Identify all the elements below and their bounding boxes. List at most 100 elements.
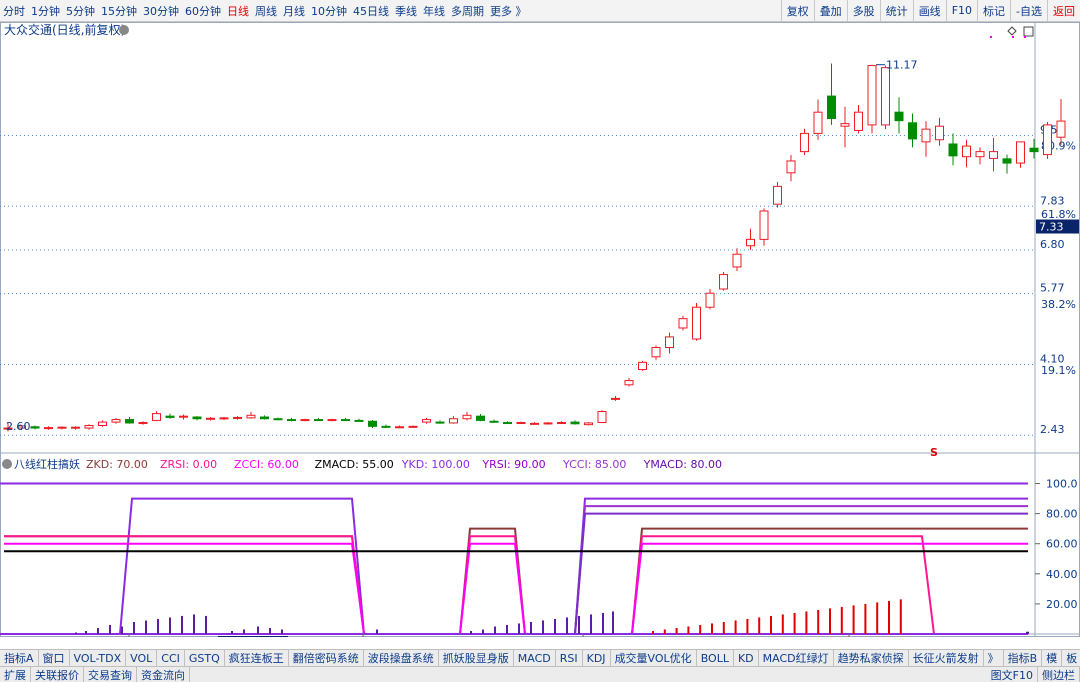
indicator-bar-red [770,615,772,634]
candle-body [300,419,310,422]
period-2[interactable]: 5分钟 [63,3,98,19]
period-4[interactable]: 30分钟 [140,3,182,19]
indicator-tab-22[interactable]: 板 [1062,650,1080,666]
period-8[interactable]: 月线 [280,3,308,19]
candle [786,155,796,182]
period-10[interactable]: 45日线 [350,3,392,19]
indicator-tab-15[interactable]: KD [734,650,759,666]
status-item-0[interactable]: 扩展 [0,667,31,682]
indicator-tab-7[interactable]: 翻倍密码系统 [289,650,364,666]
toolbar-button-2[interactable]: 多股 [846,0,880,21]
period-0[interactable]: 分时 [0,3,28,19]
candle [840,106,850,148]
indicator-tab-8[interactable]: 波段操盘系统 [364,650,439,666]
candle [165,413,175,419]
candle [368,419,377,429]
ymacd-line [574,512,1028,635]
indicator-bar-red [758,617,761,634]
candle [422,417,431,424]
candle-body [705,292,715,308]
indicator-tab-3[interactable]: VOL [126,650,158,666]
period-14[interactable]: 更多 》 [487,3,530,19]
toolbar-button-3[interactable]: 统计 [879,0,913,21]
indicator-bar-red [852,605,855,634]
indicator-tab-4[interactable]: CCI [157,650,185,666]
candle [1029,138,1039,159]
period-9[interactable]: 10分钟 [308,3,350,19]
candle-body [206,417,215,420]
candle [192,416,202,421]
period-3[interactable]: 15分钟 [98,3,140,19]
indicator-tab-12[interactable]: KDJ [583,650,611,666]
kline-chart-area[interactable]: 9.50 7.83 6.80 5.77 4.10 2.43 80.9% 61.8% 38.2% 1… [0,22,1080,637]
candle-body [773,185,782,205]
indicator-tab-21[interactable]: 模 [1042,650,1063,666]
status-right-item-1[interactable]: 侧边栏 [1038,667,1080,682]
indicator-param: ZMACD: 55.00 [315,458,394,471]
candle-body [935,125,944,141]
status-item-1[interactable]: 关联报价 [31,667,84,682]
indicator-tab-18[interactable]: 长征火箭发射 [909,650,984,666]
indicator-bar-purple [145,620,147,634]
period-1[interactable]: 1分钟 [28,3,63,19]
indicator-tab-17[interactable]: 趋势私家侦探 [834,650,909,666]
toolbar-button-0[interactable]: 复权 [780,0,814,21]
indicator-tab-11[interactable]: RSI [556,650,583,666]
indicator-bar-purple [231,630,233,634]
indicator-tab-10[interactable]: MACD [514,650,556,666]
indicator-tab-0[interactable]: 指标A [0,650,39,666]
chart-canvas[interactable]: 9.507.836.805.774.102.4380.9%61.8%38.2%1… [0,22,1080,637]
period-12[interactable]: 年线 [420,3,448,19]
candle [1002,154,1012,174]
chart-title: 大众交通(日线,前复权) [4,22,125,37]
candle [624,378,634,387]
indicator-bar-purple [169,617,171,634]
candle-body [894,111,904,122]
candle-body [1043,124,1052,156]
indicator-bar-purple [578,615,580,634]
period-6[interactable]: 日线 [224,3,252,19]
candle-body [759,210,769,240]
toolbar-button-4[interactable]: 画线 [912,0,946,21]
candle-body [57,426,67,429]
candle-body [827,95,836,120]
period-7[interactable]: 周线 [252,3,280,19]
indicator-tab-14[interactable]: BOLL [697,650,734,666]
indicator-tab-19[interactable]: 》 [984,650,1004,666]
period-11[interactable]: 季线 [392,3,420,19]
candle [705,288,715,310]
low-price-label: 2.60 [6,420,31,433]
indicator-tab-2[interactable]: VOL-TDX [70,650,127,666]
candle [152,411,161,422]
period-13[interactable]: 多周期 [448,3,487,19]
candle-body [678,318,688,329]
status-item-2[interactable]: 交易查询 [84,667,137,682]
toolbar-button-1[interactable]: 叠加 [813,0,847,21]
indicator-tab-1[interactable]: 窗口 [39,650,70,666]
candle [179,414,188,420]
period-5[interactable]: 60分钟 [182,3,224,19]
indicator-bar-red [829,608,831,634]
indicator-tab-9[interactable]: 抓妖股显身版 [439,650,514,666]
diamond-icon [1007,26,1017,36]
status-item-3[interactable]: 资金流向 [137,667,190,682]
candle [476,414,485,422]
indicator-bar-purple [121,626,123,634]
status-right-item-0[interactable]: 图文F10 [987,667,1038,682]
pct-axis-label: 19.1% [1041,364,1076,377]
toolbar-button-5[interactable]: F10 [945,0,977,21]
candle-body [651,346,661,358]
indicator-bar-red [734,620,737,634]
indicator-tab-5[interactable]: GSTQ [185,650,225,666]
indicator-tab-20[interactable]: 指标B [1004,650,1043,666]
toolbar-button-6[interactable]: 标记 [977,0,1010,21]
indicator-tab-16[interactable]: MACD红绿灯 [759,650,834,666]
indicator-tab-13[interactable]: 成交量VOL优化 [611,650,697,666]
candle-body [962,145,971,158]
indicator-tab-6[interactable]: 疯狂连板王 [225,650,289,666]
indicator-bar-red [876,602,879,634]
candle-body [611,397,620,400]
toolbar-button-8[interactable]: 返回 [1047,0,1080,21]
toolbar-button-7[interactable]: -自选 [1010,0,1047,21]
candle-body [273,418,283,421]
